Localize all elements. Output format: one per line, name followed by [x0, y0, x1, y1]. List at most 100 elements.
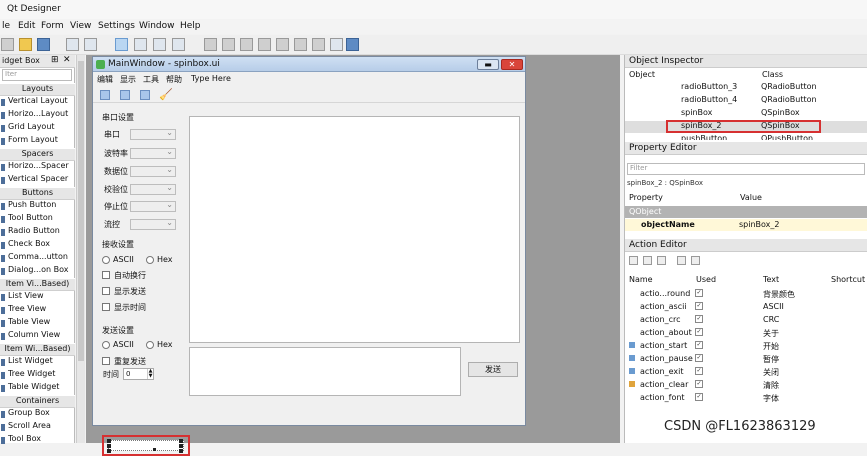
- menu-settings[interactable]: Settings: [98, 21, 135, 31]
- menu-window[interactable]: Window: [139, 21, 175, 31]
- receive-text-area[interactable]: [189, 116, 520, 343]
- object-name[interactable]: radioButton_4: [681, 95, 737, 104]
- action-used-checkbox[interactable]: ✓: [695, 367, 703, 375]
- qobject-section[interactable]: QObject: [625, 206, 867, 218]
- auto-wrap-checkbox[interactable]: [102, 271, 110, 279]
- repeat-interval-spinbox[interactable]: 0 ▲ ▼: [123, 368, 154, 380]
- form-menu-tools[interactable]: 工具: [143, 74, 159, 85]
- window-close-icon[interactable]: ✕: [501, 59, 523, 70]
- widget-category[interactable]: Item Vi...Based): [0, 278, 75, 291]
- new-action-icon[interactable]: [629, 256, 638, 265]
- recv-hex-radio[interactable]: [146, 256, 154, 264]
- widget-item[interactable]: List View: [0, 291, 75, 304]
- widget-item[interactable]: List Widget: [0, 356, 75, 369]
- widget-category[interactable]: Containers: [0, 395, 75, 408]
- form-menu-type-here[interactable]: Type Here: [191, 74, 231, 83]
- send-button[interactable]: 发送: [468, 362, 518, 377]
- action-used-checkbox[interactable]: ✓: [695, 328, 703, 336]
- action-row[interactable]: action_clear ✓ 清除: [625, 378, 867, 391]
- minimize-icon[interactable]: ▬: [477, 59, 499, 70]
- action-row[interactable]: actio...round ✓ 背景颜色: [625, 287, 867, 300]
- close-icon[interactable]: ✕: [63, 55, 71, 65]
- menu-edit[interactable]: Edit: [18, 21, 35, 31]
- show-send-checkbox[interactable]: [102, 287, 110, 295]
- scrollbar-thumb[interactable]: [78, 61, 84, 361]
- recv-ascii-radio[interactable]: [102, 256, 110, 264]
- action-row[interactable]: action_crc ✓ CRC: [625, 313, 867, 326]
- break-layout-icon[interactable]: [312, 38, 325, 51]
- databits-combo[interactable]: [130, 165, 176, 177]
- preview-icon[interactable]: [346, 38, 359, 51]
- widget-item[interactable]: Scroll Area: [0, 421, 75, 434]
- pause-icon[interactable]: [120, 90, 130, 100]
- widget-item[interactable]: Vertical Layout: [0, 96, 75, 109]
- widget-item[interactable]: Group Box: [0, 408, 75, 421]
- show-time-checkbox[interactable]: [102, 303, 110, 311]
- action-row[interactable]: action_font ✓ 字体: [625, 391, 867, 404]
- action-row[interactable]: action_ascii ✓ ASCII: [625, 300, 867, 313]
- menu-file[interactable]: le: [2, 21, 10, 31]
- widget-item[interactable]: Dialog...on Box: [0, 265, 75, 278]
- send-ascii-radio[interactable]: [102, 341, 110, 349]
- resize-handle[interactable]: [107, 449, 111, 453]
- layout-v-splitter-icon[interactable]: [258, 38, 271, 51]
- send-to-back-icon[interactable]: [66, 38, 79, 51]
- action-used-checkbox[interactable]: ✓: [695, 380, 703, 388]
- layout-h-splitter-icon[interactable]: [240, 38, 253, 51]
- action-used-checkbox[interactable]: ✓: [695, 341, 703, 349]
- object-name[interactable]: radioButton_3: [681, 82, 737, 91]
- property-filter-input[interactable]: Filter: [627, 163, 865, 175]
- save-form-icon[interactable]: [37, 38, 50, 51]
- action-used-checkbox[interactable]: ✓: [695, 315, 703, 323]
- float-icon[interactable]: ⊞: [51, 55, 59, 65]
- form-menu-help[interactable]: 帮助: [166, 74, 182, 85]
- layout-horizontal-icon[interactable]: [204, 38, 217, 51]
- stopbits-combo[interactable]: [130, 200, 176, 212]
- new-form-icon[interactable]: [1, 38, 14, 51]
- menu-form[interactable]: Form: [41, 21, 64, 31]
- flow-combo[interactable]: [130, 218, 176, 230]
- resize-handle[interactable]: [179, 439, 183, 443]
- open-form-icon[interactable]: [19, 38, 32, 51]
- form-menu-edit[interactable]: 编辑: [97, 74, 113, 85]
- widget-item[interactable]: Table View: [0, 317, 75, 330]
- objectname-row[interactable]: objectName spinBox_2: [625, 219, 867, 231]
- resize-handle[interactable]: [107, 439, 111, 443]
- widget-item[interactable]: Check Box: [0, 239, 75, 252]
- adjust-size-icon[interactable]: [330, 38, 343, 51]
- send-hex-radio[interactable]: [146, 341, 154, 349]
- port-combo[interactable]: [130, 128, 176, 140]
- widget-item[interactable]: Tree Widget: [0, 369, 75, 382]
- object-name[interactable]: pushButton: [681, 134, 727, 140]
- action-row[interactable]: action_start ✓ 开始: [625, 339, 867, 352]
- widget-item[interactable]: Horizo...Spacer: [0, 161, 75, 174]
- resize-handle[interactable]: [153, 448, 156, 451]
- widget-item[interactable]: Tree View: [0, 304, 75, 317]
- widget-item[interactable]: Column View: [0, 330, 75, 343]
- layout-form-icon[interactable]: [294, 38, 307, 51]
- form-mainwindow[interactable]: MainWindow - spinbox.ui ▬ ✕ 编辑 显示 工具 帮助 …: [92, 56, 526, 426]
- object-name[interactable]: spinBox: [681, 108, 712, 117]
- repeat-send-checkbox[interactable]: [102, 357, 110, 365]
- widget-item[interactable]: Comma...utton: [0, 252, 75, 265]
- send-text-area[interactable]: [189, 347, 461, 396]
- widget-item[interactable]: Vertical Spacer: [0, 174, 75, 187]
- action-used-checkbox[interactable]: ✓: [695, 289, 703, 297]
- action-row[interactable]: action_exit ✓ 关闭: [625, 365, 867, 378]
- edit-action-icon[interactable]: [691, 256, 700, 265]
- start-icon[interactable]: [100, 90, 110, 100]
- widget-item[interactable]: Push Button: [0, 200, 75, 213]
- edit-signals-icon[interactable]: [134, 38, 147, 51]
- action-row[interactable]: action_about ✓ 关于: [625, 326, 867, 339]
- form-menu-display[interactable]: 显示: [120, 74, 136, 85]
- widget-filter-input[interactable]: Iter: [2, 69, 72, 81]
- resize-handle[interactable]: [179, 444, 183, 448]
- menu-help[interactable]: Help: [180, 21, 201, 31]
- baud-combo[interactable]: [130, 147, 176, 159]
- configure-icon[interactable]: [657, 256, 666, 265]
- menu-view[interactable]: View: [70, 21, 91, 31]
- layout-grid-icon[interactable]: [276, 38, 289, 51]
- action-row[interactable]: action_pause ✓ 暂停: [625, 352, 867, 365]
- edit-tab-order-icon[interactable]: [172, 38, 185, 51]
- action-used-checkbox[interactable]: ✓: [695, 302, 703, 310]
